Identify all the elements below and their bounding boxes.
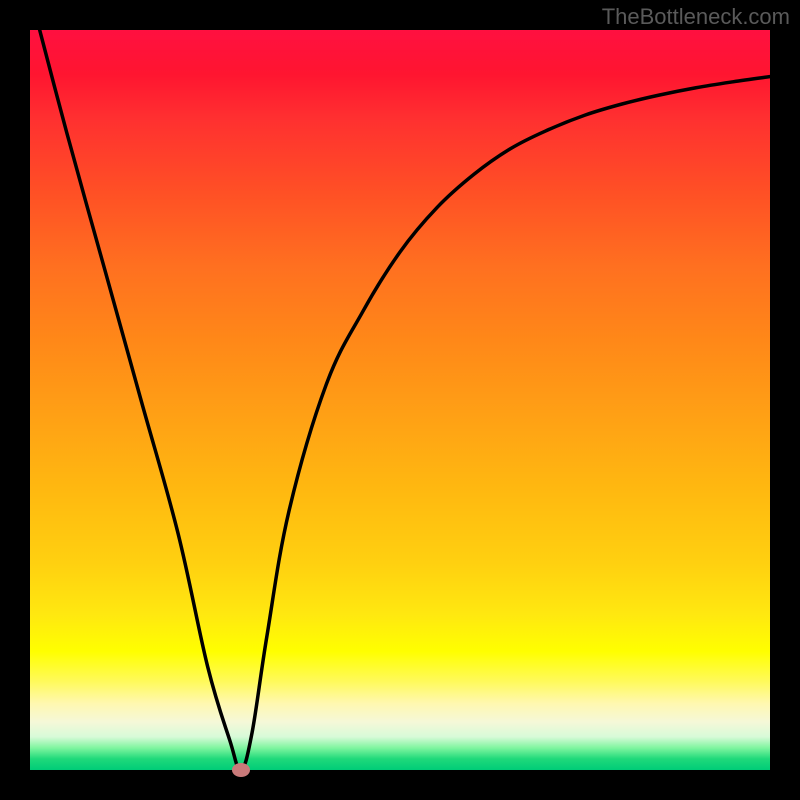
chart-curve-svg <box>30 30 770 770</box>
watermark-text: TheBottleneck.com <box>602 4 790 30</box>
chart-plot-area <box>30 30 770 770</box>
bottleneck-curve-path <box>30 30 770 770</box>
optimal-point-marker <box>232 763 250 777</box>
